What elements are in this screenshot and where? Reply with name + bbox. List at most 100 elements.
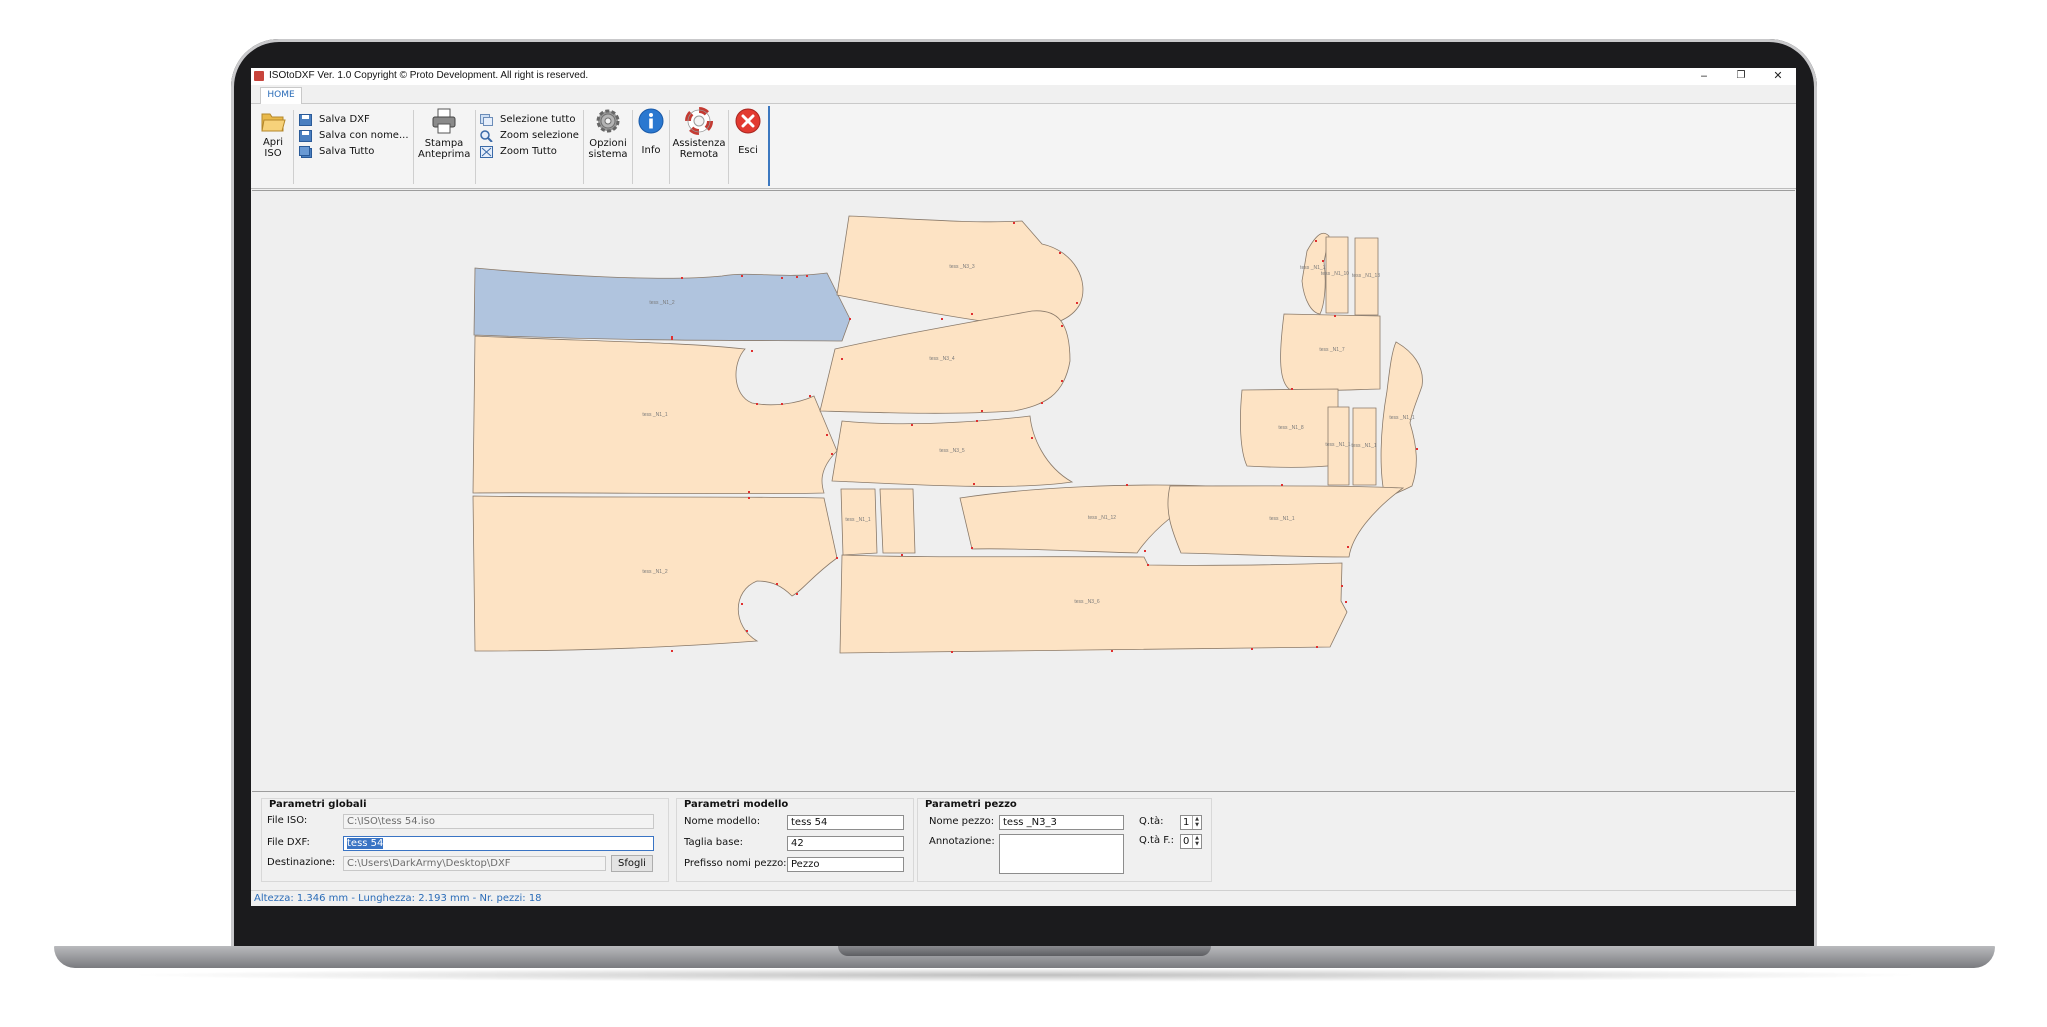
window-title: ISOtoDXF Ver. 1.0 Copyright © Proto Deve… [269, 70, 589, 81]
stepper-arrows-icon[interactable]: ▲ ▼ [1192, 816, 1201, 829]
ribbon-divider [413, 110, 414, 184]
parameters-panel: Parametri globali File ISO: C:\ISO\tess … [251, 792, 1796, 886]
pattern-piece-label: tess _N1_12 [1088, 515, 1116, 521]
model-name-field[interactable]: tess 54 [787, 815, 904, 830]
prefix-field[interactable]: Pezzo [787, 857, 904, 872]
tab-home[interactable]: HOME [260, 87, 302, 104]
ribbon-divider [583, 110, 584, 184]
qty-f-stepper[interactable]: 0 ▲ ▼ [1180, 834, 1202, 849]
info-button[interactable]: Info [635, 107, 667, 156]
notch-marker [1341, 585, 1343, 587]
notch-marker [836, 557, 838, 559]
select-all-button[interactable]: Selezione tutto [480, 113, 575, 127]
notch-marker [1291, 388, 1293, 390]
stepper-arrows-icon[interactable]: ▲ ▼ [1192, 835, 1201, 848]
close-window-button[interactable]: ✕ [1760, 68, 1796, 85]
ribbon-divider [475, 110, 476, 184]
pattern-piece[interactable]: tess _N1_1 [1380, 341, 1423, 499]
pattern-piece-label: tess _N1_1 [642, 412, 668, 418]
piece-params-title: Parametri pezzo [925, 799, 1017, 810]
pattern-piece[interactable]: tess _N1_1 [1167, 484, 1405, 558]
pattern-piece-label: tess _N3_6 [1074, 599, 1100, 605]
notch-marker [1013, 222, 1015, 224]
restore-button[interactable]: ❐ [1723, 68, 1759, 85]
notch-marker [1031, 437, 1033, 439]
file-dxf-field[interactable]: tess 54 [343, 836, 654, 851]
pattern-piece[interactable]: tess _N3_3 [836, 215, 1084, 328]
prefix-label: Prefisso nomi pezzo: [684, 858, 787, 869]
notch-marker [1416, 448, 1418, 450]
notch-marker [971, 313, 973, 315]
qty-label: Q.tà: [1139, 816, 1164, 827]
drawing-canvas[interactable]: tess _N1_2 tess _N3_3 tess _N1_1 tess _N3_4… [252, 190, 1795, 792]
minimize-button[interactable]: ‒ [1686, 68, 1722, 85]
notch-marker [981, 410, 983, 412]
ribbon-divider [728, 110, 729, 184]
select-all-icon [480, 114, 493, 126]
info-icon [638, 108, 664, 134]
annotation-field[interactable] [999, 834, 1124, 874]
pattern-piece[interactable]: tess _N3_4 [819, 310, 1071, 414]
print-preview-button[interactable]: Stampa Anteprima [418, 107, 470, 160]
notch-marker [1076, 302, 1078, 304]
laptop-shadow [120, 968, 1930, 982]
pattern-piece[interactable]: tess _N1_1 [1351, 407, 1377, 486]
folder-open-icon [261, 113, 286, 132]
piece-name-label: Nome pezzo: [929, 816, 995, 827]
save-as-button[interactable]: Salva con nome... [299, 129, 409, 143]
open-iso-label-2: ISO [264, 148, 282, 159]
notch-marker [941, 318, 943, 320]
notch-marker [671, 338, 673, 340]
pattern-piece[interactable]: tess _N1_8 [1240, 388, 1339, 468]
notch-marker [671, 336, 673, 338]
pattern-piece-outline [879, 488, 916, 554]
pattern-piece[interactable]: tess _N3_5 [831, 415, 1074, 487]
pattern-piece[interactable]: tess _N1_13 [1352, 237, 1380, 316]
pattern-piece[interactable]: tess _N3_6 [839, 554, 1348, 654]
pattern-piece[interactable]: tess _N1_1 [840, 488, 878, 556]
exit-button[interactable]: Esci [732, 107, 764, 156]
pattern-piece-label: tess _N1_1 [1269, 516, 1295, 522]
app-window: ISOtoDXF Ver. 1.0 Copyright © Proto Deve… [251, 68, 1796, 906]
pattern-piece[interactable] [879, 488, 916, 554]
lifebuoy-icon [685, 107, 713, 135]
qty-stepper[interactable]: 1 ▲ ▼ [1180, 815, 1202, 830]
model-params-title: Parametri modello [684, 799, 789, 810]
pattern-piece-label: tess _N1_8 [1278, 425, 1304, 431]
notch-marker [826, 434, 828, 436]
notch-marker [1147, 564, 1149, 566]
save-all-button[interactable]: Salva Tutto [299, 145, 374, 159]
pattern-pieces-layer[interactable]: tess _N1_2 tess _N3_3tess _N1_1 tess _N3_4… [252, 191, 1795, 791]
destination-field[interactable]: C:\Users\DarkArmy\Desktop\DXF [343, 856, 606, 871]
save-dxf-button[interactable]: Salva DXF [299, 113, 370, 127]
notch-marker [781, 277, 783, 279]
pattern-piece-label: tess _N1_1 [1351, 443, 1377, 449]
model-name-label: Nome modello: [684, 816, 761, 827]
app-icon [254, 71, 264, 81]
notch-marker [746, 630, 748, 632]
close-icon [735, 108, 761, 134]
zoom-selection-button[interactable]: Zoom selezione [480, 129, 579, 143]
notch-marker [1144, 550, 1146, 552]
remote-assist-button[interactable]: Assistenza Remota [672, 107, 726, 160]
file-iso-field[interactable]: C:\ISO\tess 54.iso [343, 814, 654, 829]
notch-marker [751, 350, 753, 352]
notch-marker [781, 403, 783, 405]
zoom-all-button[interactable]: Zoom Tutto [480, 145, 557, 159]
gear-icon [596, 109, 620, 133]
browse-button[interactable]: Sfogli [611, 855, 653, 872]
global-params-title: Parametri globali [269, 799, 367, 810]
pattern-piece[interactable]: tess _N1_1 [472, 335, 838, 495]
notch-marker [951, 651, 953, 653]
notch-marker [901, 554, 903, 556]
notch-marker [1316, 646, 1318, 648]
base-size-field[interactable]: 42 [787, 836, 904, 851]
open-iso-button[interactable]: Apri ISO [259, 108, 287, 159]
pattern-piece[interactable]: tess _N1_2 [473, 267, 851, 342]
pattern-piece[interactable]: tess _N1_2 [472, 495, 838, 652]
pattern-piece[interactable]: tess _N1_7 [1280, 313, 1381, 391]
zoom-extents-icon [480, 146, 493, 158]
piece-name-field[interactable]: tess _N3_3 [999, 815, 1124, 830]
pattern-piece[interactable]: tess _N1_1 [1325, 406, 1351, 486]
system-options-button[interactable]: Opzioni sistema [588, 107, 628, 160]
